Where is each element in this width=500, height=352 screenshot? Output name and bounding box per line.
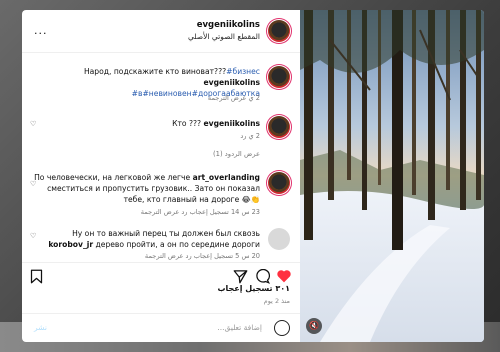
- comments-list: Народ, подскажите кто виноват???#бизнес …: [22, 52, 300, 262]
- post-media[interactable]: 🔇: [300, 10, 484, 342]
- likes-count[interactable]: ٣٠١ تسجيل إعجاب: [217, 284, 290, 293]
- comment-3-body-start: Ну он то важный перец ты должен был скво…: [72, 229, 260, 238]
- comment-1-text: Кто ??? evgeniikolins: [30, 118, 260, 129]
- comment-avatar[interactable]: [268, 228, 290, 250]
- post-time: منذ 2 يوم: [263, 297, 290, 305]
- view-replies-button[interactable]: عرض الردود (1): [213, 150, 260, 158]
- audio-subtitle[interactable]: المقطع الصوتي الأصلي: [188, 32, 260, 41]
- caption-username[interactable]: evgeniikolins: [204, 78, 261, 87]
- caption-avatar[interactable]: [268, 66, 290, 88]
- post-button[interactable]: نشر: [34, 323, 47, 332]
- author-avatar[interactable]: [268, 20, 290, 42]
- forest-video-frame: [300, 10, 484, 342]
- comment-icon[interactable]: [255, 269, 270, 284]
- heart-filled-icon[interactable]: [276, 269, 292, 283]
- caption-body: Народ, подскажите кто виноват???: [83, 67, 227, 76]
- heart-outline-icon[interactable]: ♡: [30, 120, 36, 128]
- emoji-icon[interactable]: [274, 320, 290, 336]
- bookmark-icon[interactable]: [30, 269, 43, 284]
- heart-outline-icon[interactable]: ♡: [30, 180, 36, 188]
- mute-icon[interactable]: 🔇: [306, 318, 322, 334]
- heart-outline-icon[interactable]: ♡: [30, 232, 36, 240]
- comment-avatar[interactable]: [268, 172, 290, 194]
- comment-1-meta[interactable]: 2 ي رد: [240, 132, 260, 140]
- more-icon[interactable]: ...: [34, 24, 48, 37]
- comment-2-username[interactable]: art_overlanding: [193, 173, 260, 182]
- comment-2-body-start: По человечески, на легковой же легче: [34, 173, 193, 182]
- comment-2-body-end: сместиться и пропустить грузовик.. Зато …: [47, 184, 260, 204]
- comment-avatar[interactable]: [268, 116, 290, 138]
- caption-hashtag[interactable]: #бизнес: [226, 67, 260, 76]
- comment-2-text: По человечески, на легковой же легче art…: [30, 172, 260, 205]
- share-icon[interactable]: [233, 269, 248, 284]
- post-header: evgeniikolins المقطع الصوتي الأصلي ...: [22, 10, 300, 53]
- comment-3-username[interactable]: korobov_jr: [48, 240, 93, 249]
- author-username[interactable]: evgeniikolins: [197, 20, 260, 30]
- comment-1-username[interactable]: evgeniikolins: [204, 119, 261, 128]
- post-modal: evgeniikolins المقطع الصوتي الأصلي ... Н…: [22, 10, 484, 342]
- comment-2-meta[interactable]: 23 س 14 تسجيل إعجاب رد عرض الترجمة: [141, 208, 260, 216]
- comment-3-body-end: дерево пройти, а он по середине дороги: [95, 240, 260, 249]
- comment-1-body: Кто ???: [172, 119, 202, 128]
- comment-composer: إضافة تعليق... نشر: [22, 313, 300, 342]
- comment-3-text: Ну он то важный перец ты должен был скво…: [30, 228, 260, 250]
- caption-meta[interactable]: 2 ي عرض الترجمة: [208, 94, 260, 102]
- comments-panel: evgeniikolins المقطع الصوتي الأصلي ... Н…: [22, 10, 300, 342]
- comment-3-meta[interactable]: 20 س 5 تسجيل إعجاب رد عرض الترجمة: [145, 252, 260, 260]
- comment-input[interactable]: إضافة تعليق...: [217, 323, 262, 332]
